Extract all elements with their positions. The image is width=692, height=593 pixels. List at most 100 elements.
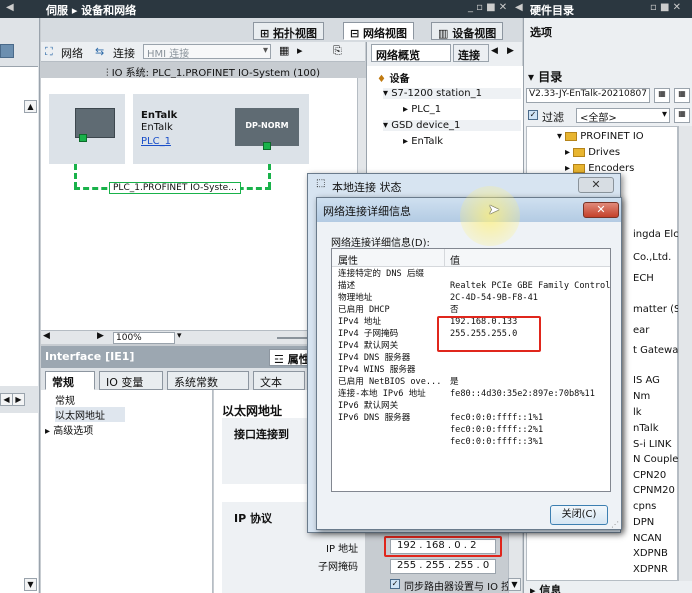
zoom-select[interactable]: 100% — [113, 332, 175, 344]
row-value: 是 — [450, 377, 459, 387]
overview-item-plc[interactable]: ▸ PLC_1 — [403, 104, 441, 115]
tree-scroll-right[interactable]: ▶ — [12, 393, 25, 406]
collapse-right-icon[interactable]: ◀ — [515, 2, 523, 13]
status-close-button[interactable]: ✕ — [578, 177, 614, 193]
nav-ethernet-address[interactable]: 以太网地址 — [55, 407, 125, 422]
tab-system-constants[interactable]: 系统常数 — [167, 371, 249, 390]
listview-row[interactable]: IPv4 WINS 服务器 — [332, 365, 610, 377]
col-value-header[interactable]: 值 — [450, 252, 460, 267]
listview-row[interactable]: 连接特定的 DNS 后缀 — [332, 269, 610, 281]
collapse-left-icon[interactable]: ◀ — [6, 2, 14, 13]
catalog-item[interactable]: t Gateway — [633, 345, 684, 356]
nav-general[interactable]: 常规 — [55, 392, 75, 407]
catalog-item[interactable]: IS AG — [633, 375, 660, 386]
filter-checkbox[interactable]: ✓ — [528, 110, 538, 120]
tabs-next-icon[interactable]: ▶ — [507, 46, 514, 56]
inspector-scroll-down[interactable]: ▼ — [508, 578, 521, 591]
details-scroll-down[interactable]: ▼ — [24, 578, 37, 591]
catalog-item[interactable]: CPN20 — [633, 470, 666, 481]
filter-edit-icon[interactable]: ▦ — [674, 108, 690, 123]
device-plc-link[interactable]: PLC_1 — [141, 136, 171, 147]
network-adapter-icon: ⬚ — [316, 178, 326, 189]
listview-row[interactable]: fec0:0:0:ffff::2%1 — [332, 425, 610, 437]
catalog-item[interactable]: CPNM20 — [633, 485, 675, 496]
tab-io-tags[interactable]: IO 变量 — [99, 371, 163, 390]
scroll-right-icon[interactable]: ▶ — [97, 331, 104, 341]
resize-grip-icon[interactable]: ⋰ — [611, 520, 619, 529]
overview-item-entalk[interactable]: ▸ EnTalk — [403, 136, 443, 147]
tree-scroll-up[interactable]: ▲ — [24, 100, 37, 113]
window-controls-icon[interactable]: _ ▫ ■ ✕ — [468, 2, 507, 13]
tab-topology-view[interactable]: ⊞ 拓扑视图 — [253, 22, 325, 40]
listview-row[interactable]: 已启用 DHCP 否 — [332, 305, 610, 317]
filter-select[interactable]: <全部> ▾ — [576, 108, 670, 124]
scroll-left-icon[interactable]: ◀ — [43, 331, 50, 341]
zoom-dropdown-icon[interactable]: ▾ — [177, 331, 182, 341]
catalog-item[interactable]: Nm — [633, 391, 650, 402]
listview-row[interactable]: 物理地址 2C-4D-54-9B-F8-41 — [332, 293, 610, 305]
tab-network-overview[interactable]: 网络概览 — [371, 44, 451, 62]
router-checkbox[interactable]: ✓ — [390, 579, 400, 589]
top-bar: ◀ 伺服 ▸ 设备和网络 _ ▫ ■ ✕ ◀ 硬件目录 ▫ ■ ✕ — [0, 0, 692, 18]
details-close-x-button[interactable]: ✕ — [583, 202, 619, 218]
catalog-item[interactable]: XDPNB — [633, 548, 668, 559]
details-listview: 属性 值 连接特定的 DNS 后缀 描述 Realtek PCIe GBE Fami… — [331, 248, 611, 492]
tab-general[interactable]: 常规 — [45, 371, 95, 390]
overview-item-station[interactable]: ▾ S7-1200 station_1 — [383, 88, 521, 99]
network-button[interactable]: 网络 — [61, 45, 83, 61]
listview-row[interactable]: IPv6 默认网关 — [332, 401, 610, 413]
options-label[interactable]: 选项 — [530, 24, 552, 40]
device-block-entalk[interactable]: EnTalk EnTalk PLC_1 DP-NORM — [133, 94, 309, 164]
col-property-header[interactable]: 属性 — [338, 252, 358, 267]
listview-row[interactable]: fec0:0:0:ffff::3%1 — [332, 437, 610, 449]
catalog-item[interactable]: nTalk — [633, 423, 659, 434]
tab-device-view[interactable]: ▥ 设备视图 — [431, 22, 504, 40]
catalog-item-drives[interactable]: ▸ Drives — [565, 147, 620, 158]
listview-row[interactable]: 连接-本地 IPv6 地址 fe80::4d30:35e2:897e:70b8%1… — [332, 389, 610, 401]
connection-icon[interactable]: ⇆ — [95, 45, 104, 58]
catalog-vscroll[interactable] — [678, 126, 692, 581]
catalog-item[interactable]: XDPNR — [633, 564, 668, 575]
overview-item-gsd[interactable]: ▾ GSD device_1 — [383, 120, 521, 131]
catalog-item[interactable]: cpns — [633, 501, 656, 512]
highlight-icon[interactable]: ▦ — [279, 44, 289, 57]
catalog-item[interactable]: ear — [633, 325, 649, 336]
catalog-search-input[interactable]: V2.33-JY-EnTalk-20210807 — [526, 88, 650, 103]
row-property: 物理地址 — [338, 293, 373, 303]
listview-row[interactable]: 已启用 NetBIOS ove... 是 — [332, 377, 610, 389]
catalog-item[interactable]: NCAN — [633, 533, 662, 544]
directory-label[interactable]: ▾ 目录 — [528, 68, 562, 85]
catalog-item[interactable]: lk — [633, 407, 642, 418]
details-close-button[interactable]: 关闭(C) — [550, 505, 608, 525]
profinet-network-label[interactable]: PLC_1.PROFINET IO-Syste... — [109, 182, 241, 194]
catalog-item[interactable]: ingda Elc — [633, 229, 679, 240]
tree-toolbar-icon[interactable] — [0, 44, 14, 58]
catalog-item[interactable]: N Coupler — [633, 454, 683, 465]
listview-row[interactable]: 描述 Realtek PCIe GBE Family Controller — [332, 281, 610, 293]
catalog-item[interactable]: DPN — [633, 517, 654, 528]
connection-button[interactable]: 连接 — [113, 45, 135, 61]
dp-norm-module[interactable]: DP-NORM — [235, 108, 299, 146]
device-block-station[interactable] — [49, 94, 125, 164]
catalog-item[interactable]: S-i LINK — [633, 439, 671, 450]
listview-row[interactable]: IPv4 DNS 服务器 — [332, 353, 610, 365]
catalog-window-controls-icon[interactable]: ▫ ■ ✕ — [650, 2, 681, 13]
connection-type-select[interactable]: HMI 连接 ▾ — [143, 44, 271, 60]
search-up-icon[interactable]: ▦ — [674, 88, 690, 103]
search-down-icon[interactable]: ▦ — [654, 88, 670, 103]
tab-texts[interactable]: 文本 — [253, 371, 305, 390]
catalog-item[interactable]: Co.,Ltd. — [633, 252, 671, 263]
catalog-item[interactable]: ECH — [633, 273, 654, 284]
tab-connection[interactable]: 连接 — [453, 44, 489, 62]
nav-advanced[interactable]: ▸ 高级选项 — [45, 422, 93, 437]
catalog-item-profinet[interactable]: ▾ PROFINET IO — [557, 131, 644, 142]
subnet-mask-input[interactable]: 255 . 255 . 255 . 0 — [390, 559, 496, 574]
tab-network-view[interactable]: ⊟ 网络视图 — [343, 22, 415, 40]
info-label[interactable]: ▸ 信息 — [530, 582, 561, 593]
more-tools-icon[interactable]: ▸ — [297, 44, 303, 57]
network-icon[interactable]: ⛶ — [45, 45, 53, 59]
listview-row[interactable]: IPv6 DNS 服务器 fec0:0:0:ffff::1%1 — [332, 413, 610, 425]
tabs-prev-icon[interactable]: ◀ — [491, 46, 498, 56]
export-icon[interactable]: ⎘ — [333, 44, 342, 58]
col-divider[interactable] — [444, 249, 445, 267]
